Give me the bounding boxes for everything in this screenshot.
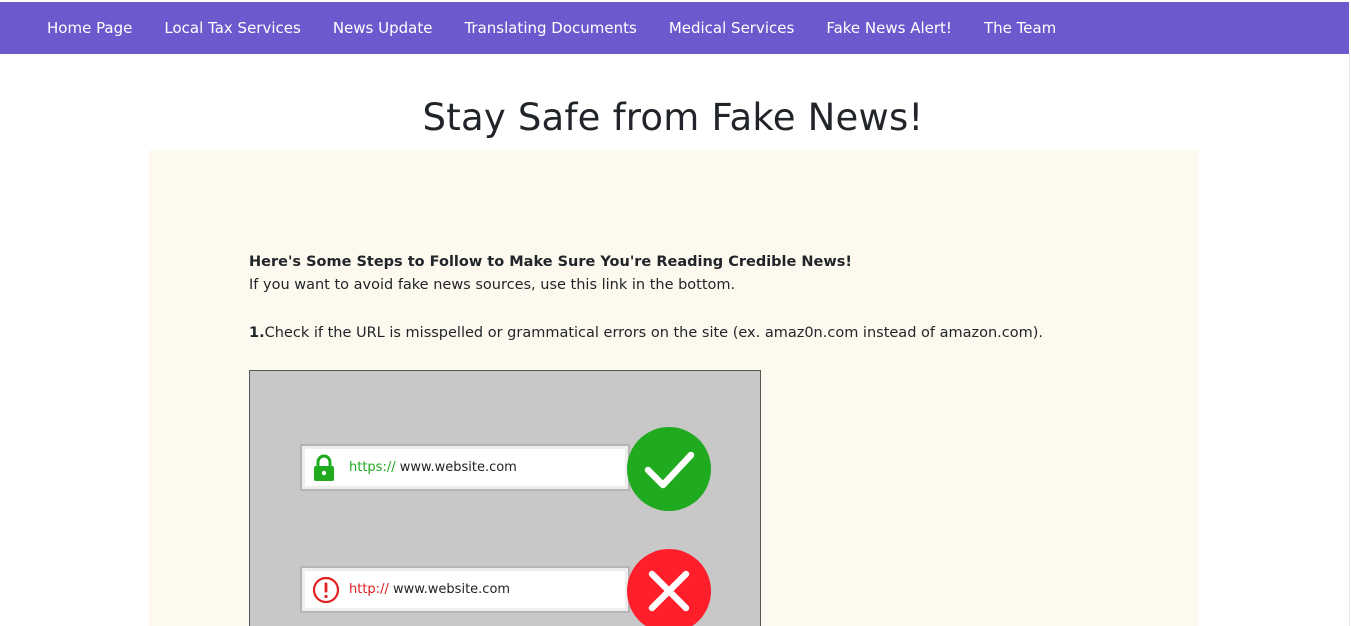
exclamation-icon [312,576,340,608]
intro-text: If you want to avoid fake news sources, … [249,277,736,293]
steps-heading: Here's Some Steps to Follow to Make Sure… [249,254,853,270]
insecure-url-bar: http:// www.website.com [300,566,630,613]
content-panel: Here's Some Steps to Follow to Make Sure… [149,150,1198,626]
nav-home-page[interactable]: Home Page [31,2,148,54]
step-1-number: 1. [249,325,265,341]
x-mark-icon [626,548,712,626]
insecure-domain: www.website.com [392,582,511,597]
page-scrollbar[interactable] [1349,54,1350,626]
nav-translating-documents[interactable]: Translating Documents [448,2,652,54]
secure-domain: www.website.com [399,460,517,475]
padlock-icon [312,454,336,486]
insecure-url-text: http:// www.website.com [349,582,510,597]
checkmark-icon [626,426,712,516]
nav-medical-services[interactable]: Medical Services [653,2,811,54]
nav-news-update[interactable]: News Update [317,2,449,54]
secure-protocol: https:// [349,460,396,475]
page-title: Stay Safe from Fake News! [422,96,924,139]
nav-local-tax-services[interactable]: Local Tax Services [148,2,316,54]
secure-url-text: https:// www.website.com [349,460,517,475]
top-navbar: Home Page Local Tax Services News Update… [0,2,1349,54]
nav-the-team[interactable]: The Team [968,2,1072,54]
insecure-protocol: http:// [349,582,389,597]
step-1: 1.Check if the URL is misspelled or gram… [249,325,1043,341]
step-1-text: Check if the URL is misspelled or gramma… [264,325,1044,341]
url-security-illustration: https:// www.website.com http:// www.web… [249,370,761,626]
secure-url-bar: https:// www.website.com [300,444,630,491]
nav-fake-news-alert[interactable]: Fake News Alert! [810,2,968,54]
